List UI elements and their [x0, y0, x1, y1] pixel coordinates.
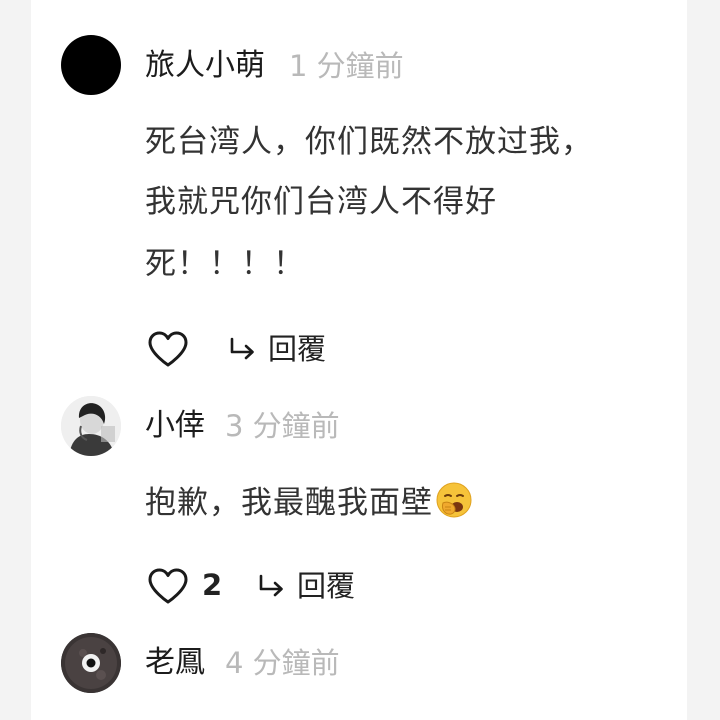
reply-button[interactable]: 回覆 — [257, 566, 355, 606]
comment-text-line: 死！！！！ — [145, 246, 305, 282]
avatar[interactable] — [61, 633, 121, 693]
reply-arrow-icon — [259, 574, 283, 597]
comment-text-line: 我就咒你们台湾人不得好 — [145, 184, 497, 220]
avatar-photo — [61, 396, 121, 456]
like-count: 2 — [202, 568, 223, 602]
heart-icon[interactable] — [147, 330, 189, 368]
comment-text-line: 抱歉，我最醜我面壁 — [145, 481, 473, 523]
comment-text-line: 死台湾人，你们既然不放过我， — [145, 124, 593, 160]
reply-button[interactable]: 回覆 — [228, 329, 326, 369]
comment-text: 抱歉，我最醜我面壁 — [145, 485, 433, 521]
avatar[interactable] — [61, 396, 121, 456]
username[interactable]: 旅人小萌 — [145, 48, 265, 84]
timestamp: 4 分鐘前 — [225, 646, 340, 680]
timestamp: 1 分鐘前 — [289, 49, 404, 83]
reply-label: 回覆 — [297, 569, 356, 603]
comments-panel: 旅人小萌 1 分鐘前 死台湾人，你们既然不放过我， 我就咒你们台湾人不得好 死！… — [31, 0, 687, 720]
reply-label: 回覆 — [268, 332, 327, 366]
yawning-face-emoji — [436, 482, 472, 518]
reply-arrow-icon — [230, 337, 254, 360]
timestamp: 3 分鐘前 — [225, 409, 340, 443]
username[interactable]: 老鳳 — [145, 645, 205, 681]
eye-avatar-image — [61, 633, 121, 693]
avatar[interactable] — [61, 35, 121, 95]
heart-icon[interactable] — [147, 567, 189, 605]
username[interactable]: 小倖 — [145, 408, 205, 444]
